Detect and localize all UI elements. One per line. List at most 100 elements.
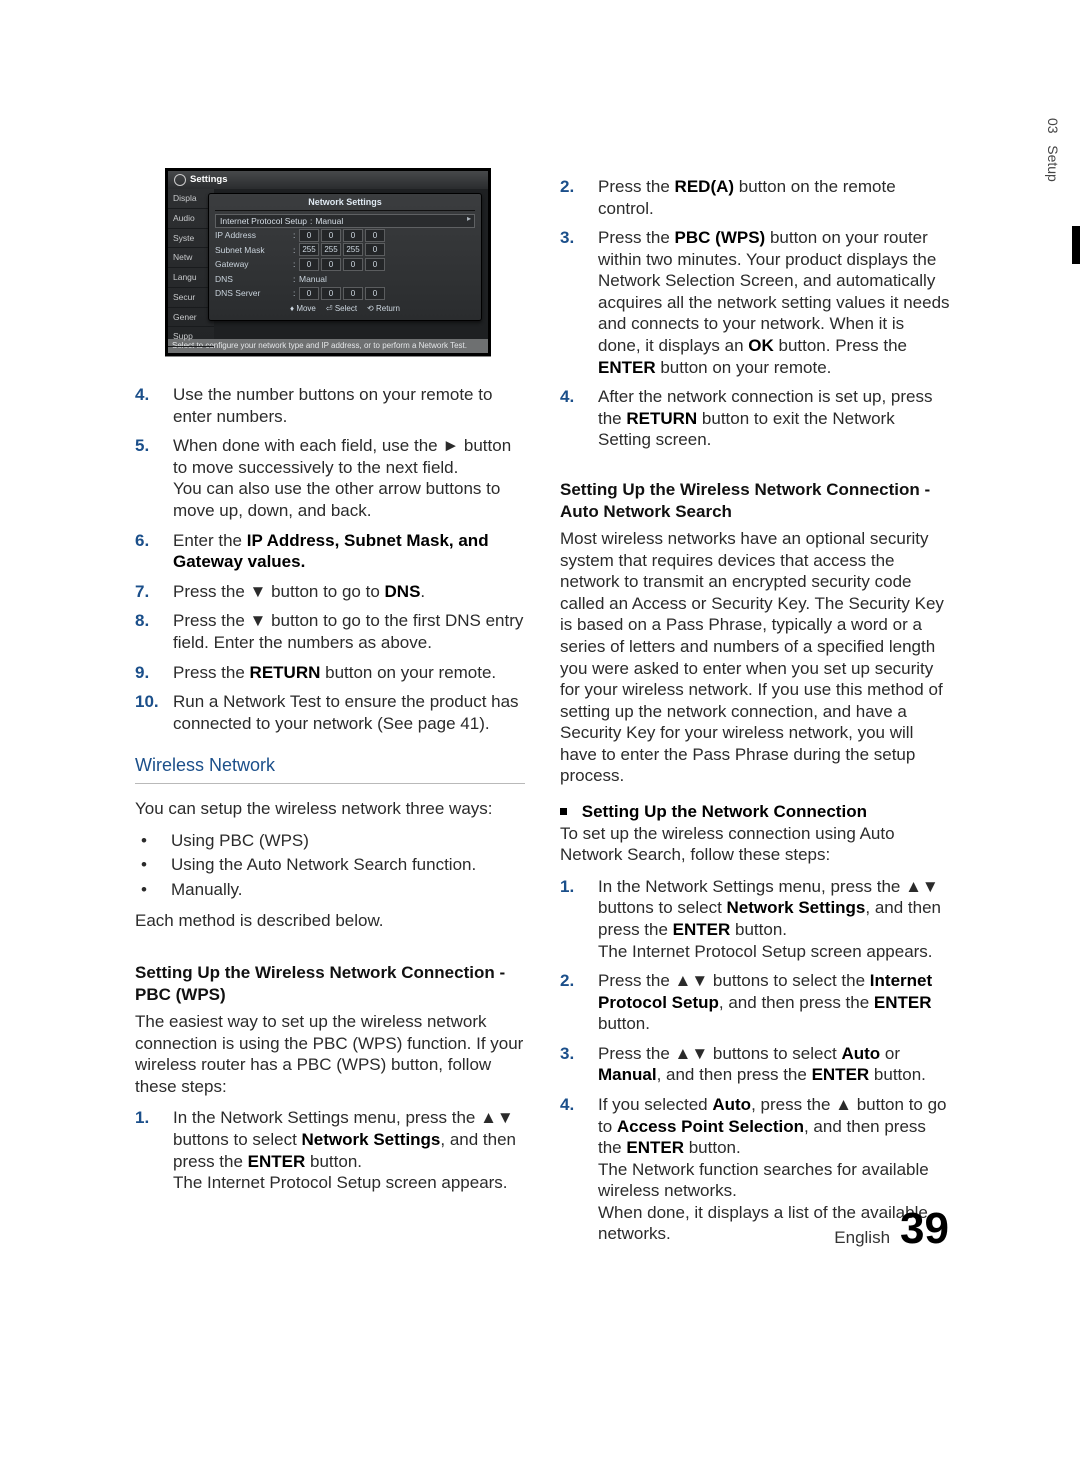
ip-octet[interactable]: 0 — [299, 229, 319, 242]
dns-octet[interactable]: 0 — [321, 287, 341, 300]
sidebar-item: Supp — [168, 327, 214, 347]
gateway-octet[interactable]: 0 — [365, 258, 385, 271]
subnet-octet[interactable]: 255 — [299, 243, 319, 256]
dns-value: Manual — [299, 274, 327, 285]
dns-label: DNS — [215, 274, 293, 285]
row-ip: IP Address : 0 0 0 0 — [215, 229, 475, 242]
left-column: Settings Displa Audio Syste Netw Langu S… — [135, 168, 525, 1253]
ip-octet[interactable]: 0 — [365, 229, 385, 242]
wireless-intro: You can setup the wireless network three… — [135, 798, 525, 820]
chapter-label: Setup — [1045, 145, 1061, 182]
auto-intro: Most wireless networks have an optional … — [560, 528, 950, 787]
bullet: •Using the Auto Network Search function. — [135, 854, 525, 876]
hint-return: ⟲ Return — [367, 304, 400, 314]
step-number: 4. — [560, 1094, 598, 1245]
footer-language: English — [834, 1228, 890, 1248]
row-dns-server: DNS Server : 0 0 0 0 — [215, 287, 475, 300]
step-9: 9. Press the RETURN button on your remot… — [135, 662, 525, 684]
page: 03 Setup Settings Displa Audio Syste Net… — [0, 0, 1080, 1479]
step-number: 8. — [135, 610, 173, 653]
step-text: Press the ▲▼ buttons to select Auto or M… — [598, 1043, 950, 1086]
auto-sub-heading-row: Setting Up the Network Connection — [560, 801, 950, 823]
square-bullet-icon — [560, 808, 567, 815]
step-number: 3. — [560, 1043, 598, 1086]
dns-server-label: DNS Server — [215, 288, 293, 299]
auto-sub-heading: Setting Up the Network Connection — [582, 802, 867, 821]
subnet-octet[interactable]: 255 — [343, 243, 363, 256]
network-settings-panel: Network Settings Internet Protocol Setup… — [208, 193, 482, 321]
wireless-heading: Wireless Network — [135, 754, 525, 784]
pbc-intro: The easiest way to set up the wireless n… — [135, 1011, 525, 1097]
step-number: 1. — [560, 876, 598, 962]
step-number: 6. — [135, 530, 173, 573]
settings-titlebar: Settings — [168, 171, 488, 189]
row-gateway: Gateway : 0 0 0 0 — [215, 258, 475, 271]
dns-octet[interactable]: 0 — [299, 287, 319, 300]
row-dns: DNS : Manual — [215, 272, 475, 285]
step-text: Enter the IP Address, Subnet Mask, and G… — [173, 530, 525, 573]
gateway-octet[interactable]: 0 — [343, 258, 363, 271]
auto-list: 1. In the Network Settings menu, press t… — [560, 876, 950, 1245]
step-text: Press the ▲▼ buttons to select the Inter… — [598, 970, 950, 1035]
step-text: Press the PBC (WPS) button on your route… — [598, 227, 950, 378]
gateway-label: Gateway — [215, 259, 293, 270]
dns-octet[interactable]: 0 — [343, 287, 363, 300]
step-number: 1. — [135, 1107, 173, 1193]
ip-boxes[interactable]: 0 0 0 0 — [299, 229, 385, 242]
step-4: 4. Use the number buttons on your remote… — [135, 384, 525, 427]
auto-step-3: 3. Press the ▲▼ buttons to select Auto o… — [560, 1043, 950, 1086]
step-7: 7. Press the ▼ button to go to DNS. — [135, 581, 525, 603]
step-number: 5. — [135, 435, 173, 521]
step-text: Use the number buttons on your remote to… — [173, 384, 525, 427]
ip-octet[interactable]: 0 — [343, 229, 363, 242]
footer-page-number: 39 — [900, 1204, 949, 1254]
settings-body: Displa Audio Syste Netw Langu Secur Gene… — [168, 189, 488, 339]
pbc-step-1: 1. In the Network Settings menu, press t… — [135, 1107, 525, 1193]
subnet-octet[interactable]: 0 — [365, 243, 385, 256]
step-number: 4. — [560, 386, 598, 451]
subnet-octet[interactable]: 255 — [321, 243, 341, 256]
gateway-octet[interactable]: 0 — [321, 258, 341, 271]
step-text: Run a Network Test to ensure the product… — [173, 691, 525, 734]
right-top-list: 2. Press the RED(A) button on the remote… — [560, 176, 950, 451]
pbc-list: 1. In the Network Settings menu, press t… — [135, 1107, 525, 1193]
step-number: 10. — [135, 691, 173, 734]
wireless-bullets: •Using PBC (WPS) •Using the Auto Network… — [135, 830, 525, 901]
step-text: Press the RED(A) button on the remote co… — [598, 176, 950, 219]
step-number: 4. — [135, 384, 173, 427]
step-text: When done with each field, use the ► but… — [173, 435, 525, 521]
pbc-heading: Setting Up the Wireless Network Connecti… — [135, 962, 525, 1005]
subnet-boxes[interactable]: 255 255 255 0 — [299, 243, 385, 256]
auto-step-1: 1. In the Network Settings menu, press t… — [560, 876, 950, 962]
panel-hints: ♦ Move ⏎ Select ⟲ Return — [215, 304, 475, 314]
bullet: •Manually. — [135, 879, 525, 901]
dns-server-boxes[interactable]: 0 0 0 0 — [299, 287, 385, 300]
step-10: 10. Run a Network Test to ensure the pro… — [135, 691, 525, 734]
step-number: 9. — [135, 662, 173, 684]
chapter-number: 03 — [1045, 118, 1061, 134]
hint-move: ♦ Move — [290, 304, 316, 314]
step-text: After the network connection is set up, … — [598, 386, 950, 451]
step-number: 2. — [560, 970, 598, 1035]
gateway-octet[interactable]: 0 — [299, 258, 319, 271]
auto-step-2: 2. Press the ▲▼ buttons to select the In… — [560, 970, 950, 1035]
hint-select: ⏎ Select — [326, 304, 357, 314]
protocol-value: Manual — [315, 216, 343, 227]
gateway-boxes[interactable]: 0 0 0 0 — [299, 258, 385, 271]
ip-octet[interactable]: 0 — [321, 229, 341, 242]
wireless-outro: Each method is described below. — [135, 910, 525, 932]
ip-label: IP Address — [215, 230, 293, 241]
settings-window-title: Settings — [190, 174, 227, 186]
row-subnet: Subnet Mask : 255 255 255 0 — [215, 243, 475, 256]
bullet: •Using PBC (WPS) — [135, 830, 525, 852]
side-thumb-marker — [1072, 226, 1080, 264]
auto-sub-intro: To set up the wireless connection using … — [560, 823, 950, 866]
gear-icon — [174, 174, 186, 186]
protocol-select[interactable]: Internet Protocol Setup : Manual — [215, 214, 475, 228]
panel-title: Network Settings — [215, 197, 475, 211]
dns-octet[interactable]: 0 — [365, 287, 385, 300]
pbc-step-2: 2. Press the RED(A) button on the remote… — [560, 176, 950, 219]
step-text: Press the RETURN button on your remote. — [173, 662, 525, 684]
side-tab: 03 Setup — [1044, 118, 1061, 182]
step-number: 7. — [135, 581, 173, 603]
